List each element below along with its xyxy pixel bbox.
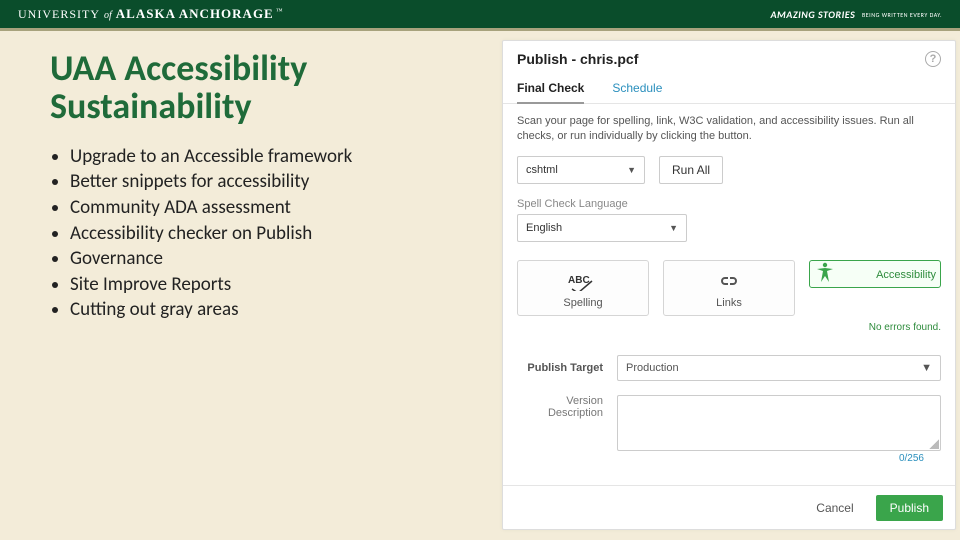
format-select[interactable]: cshtml ▼ — [517, 156, 645, 184]
university-logo: UNIVERSITY of ALASKA ANCHORAGE ™ — [18, 6, 283, 22]
list-item: Community ADA assessment — [70, 195, 470, 221]
chevron-down-icon: ▼ — [627, 165, 636, 175]
publish-target-label: Publish Target — [517, 362, 603, 374]
logo-of: of — [104, 10, 112, 21]
check-buttons: ABC Spelling Links Accessibility — [517, 260, 941, 316]
run-row: cshtml ▼ Run All — [517, 156, 941, 184]
bullet-list: Upgrade to an Accessible framework Bette… — [70, 144, 470, 323]
dialog-body: Scan your page for spelling, link, W3C v… — [503, 104, 955, 451]
char-counter: 0/256 — [899, 453, 924, 464]
dialog-header: Publish - chris.pcf ? — [503, 41, 955, 75]
tab-schedule[interactable]: Schedule — [612, 75, 662, 103]
publish-button[interactable]: Publish — [876, 495, 943, 521]
logo-alaska: ALASKA ANCHORAGE — [116, 6, 274, 22]
dialog-footer: Cancel Publish — [503, 485, 955, 529]
dialog-title: Publish - chris.pcf — [517, 51, 638, 67]
spelling-icon: ABC — [522, 269, 644, 293]
spellcheck-lang-select[interactable]: English ▼ — [517, 214, 687, 242]
header-divider-left — [0, 28, 505, 31]
help-icon[interactable]: ? — [925, 51, 941, 67]
logo-univ: UNIVERSITY — [18, 7, 100, 22]
publish-target-value: Production — [626, 362, 679, 374]
slide-header: UNIVERSITY of ALASKA ANCHORAGE ™ AMAZING… — [0, 0, 960, 28]
slide-content: UAA Accessibility Sustainability Upgrade… — [50, 50, 470, 323]
list-item: Governance — [70, 246, 470, 272]
publish-target-row: Publish Target Production ▼ — [517, 355, 941, 381]
slide-title: UAA Accessibility Sustainability — [50, 50, 470, 126]
tagline: AMAZING STORIES BEING WRITTEN EVERY DAY. — [771, 8, 943, 21]
logo-tm: ™ — [276, 7, 283, 15]
resize-handle-icon[interactable] — [929, 439, 939, 449]
list-item: Upgrade to an Accessible framework — [70, 144, 470, 170]
spellcheck-lang-value: English — [526, 222, 562, 234]
publish-target-select[interactable]: Production ▼ — [617, 355, 941, 381]
chevron-down-icon: ▼ — [669, 223, 678, 233]
format-select-value: cshtml — [526, 164, 558, 176]
no-errors-text: No errors found. — [517, 322, 941, 333]
version-desc-label: Version Description — [517, 395, 603, 451]
version-desc-textarea[interactable]: 0/256 — [617, 395, 941, 451]
cancel-button[interactable]: Cancel — [804, 495, 865, 521]
links-icon — [668, 269, 790, 293]
list-item: Accessibility checker on Publish — [70, 221, 470, 247]
list-item: Cutting out gray areas — [70, 297, 470, 323]
run-all-button[interactable]: Run All — [659, 156, 723, 184]
check-accessibility-button[interactable]: Accessibility — [809, 260, 941, 288]
check-spelling-button[interactable]: ABC Spelling — [517, 260, 649, 316]
publish-dialog: Publish - chris.pcf ? Final Check Schedu… — [502, 40, 956, 530]
version-desc-row: Version Description 0/256 — [517, 395, 941, 451]
header-divider-right — [505, 28, 960, 31]
chevron-down-icon: ▼ — [921, 362, 932, 374]
svg-text:ABC: ABC — [568, 275, 590, 286]
slide: UNIVERSITY of ALASKA ANCHORAGE ™ AMAZING… — [0, 0, 960, 540]
dialog-tabs: Final Check Schedule — [503, 75, 955, 104]
list-item: Better snippets for accessibility — [70, 169, 470, 195]
list-item: Site Improve Reports — [70, 272, 470, 298]
accessibility-icon — [814, 261, 836, 285]
tab-final-check[interactable]: Final Check — [517, 75, 584, 103]
spellcheck-lang-label: Spell Check Language — [517, 198, 941, 210]
check-links-button[interactable]: Links — [663, 260, 795, 316]
instructions-text: Scan your page for spelling, link, W3C v… — [517, 114, 941, 144]
